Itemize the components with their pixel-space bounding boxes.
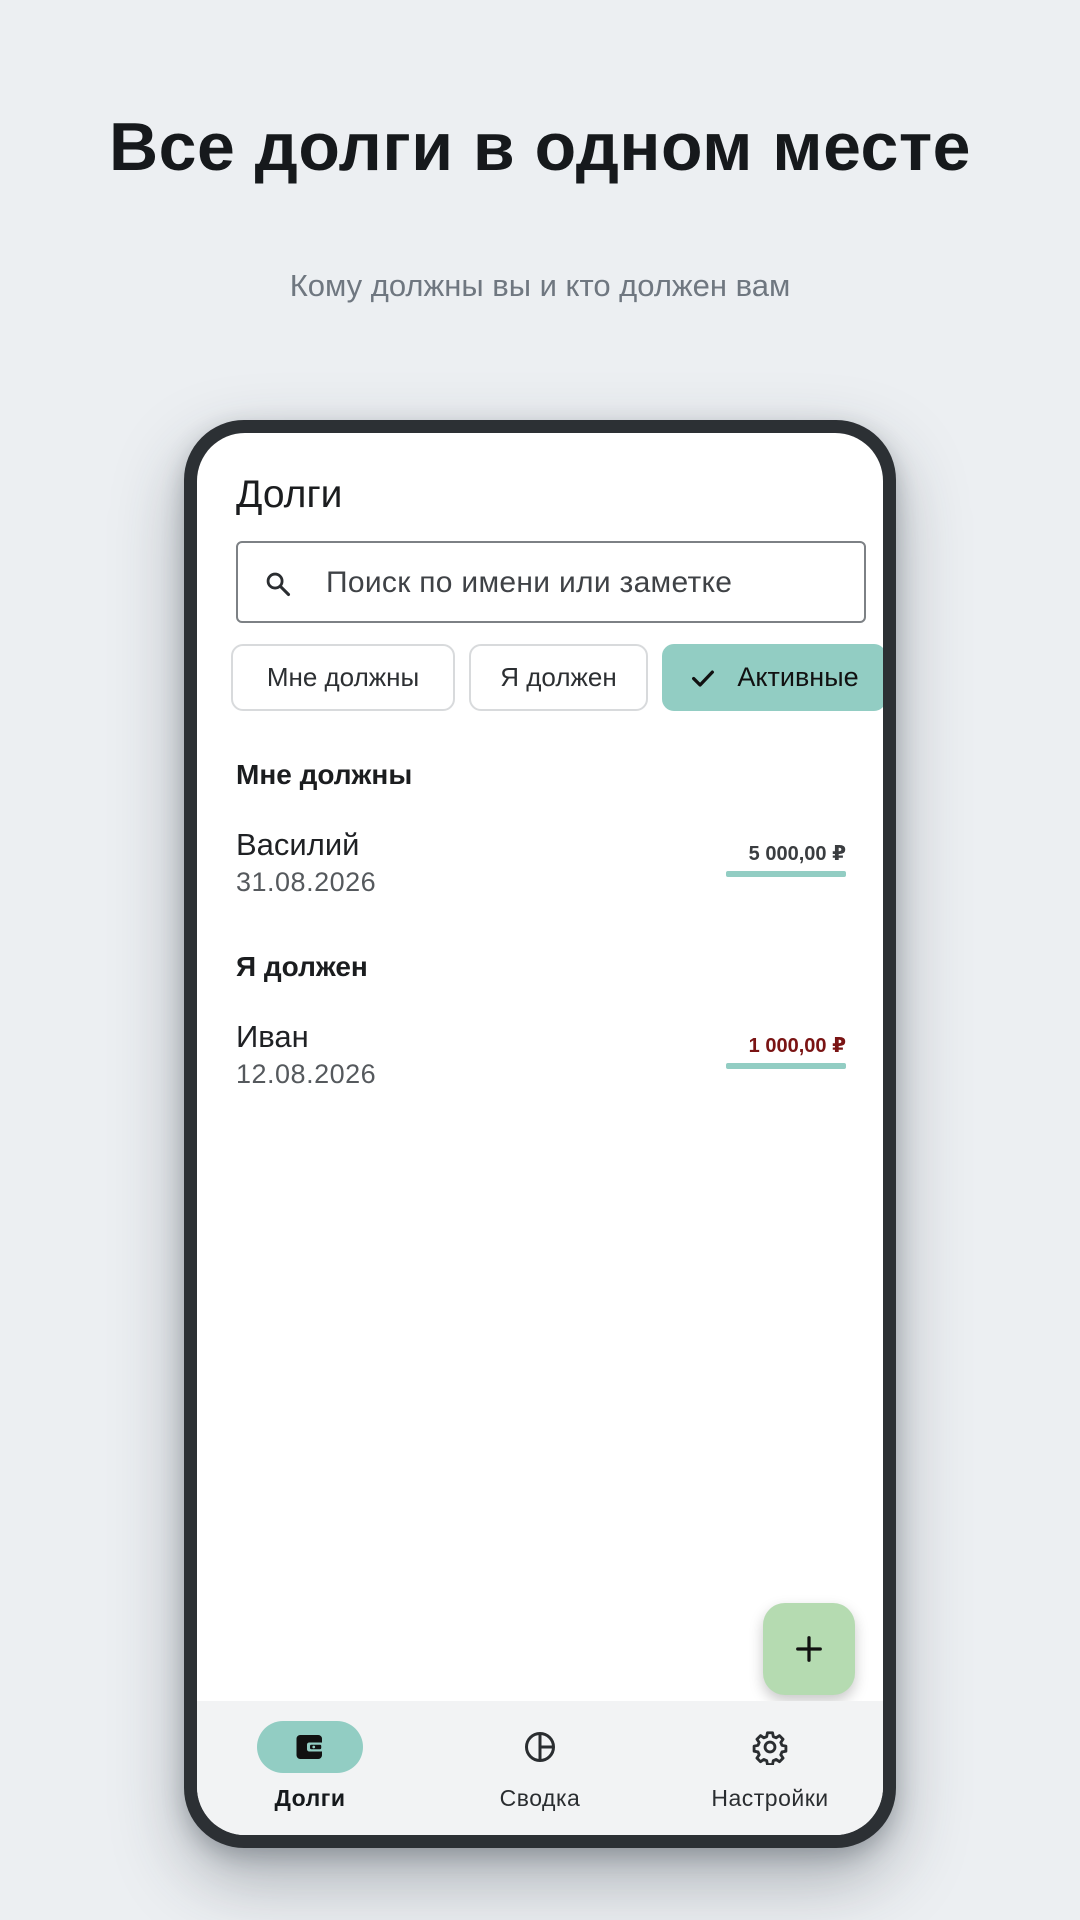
debtor-name: Василий [236,827,360,862]
section-title-i-owe: Я должен [236,951,368,982]
filter-chip-label: Активные [737,662,859,692]
due-date: 31.08.2026 [236,867,377,897]
check-icon [692,670,715,687]
debt-amount: 5 000,00 ₽ [748,843,846,865]
nav-label: Долги [274,1785,346,1811]
filter-chip-owed-to-me[interactable]: Мне должны [231,644,455,711]
phone-frame: Долги Мне должны Я должен Активные Мне д… [184,420,896,1848]
due-date: 12.08.2026 [236,1059,377,1089]
nav-item-settings[interactable]: Настройки [670,1701,870,1835]
amount-underline [726,871,846,877]
gear-icon [752,1731,788,1765]
hero-subtitle: Кому должны вы и кто должен вам [289,268,791,303]
plus-icon [796,1636,822,1662]
list-item[interactable]: Иван 12.08.2026 1 000,00 ₽ [236,1019,846,1109]
filter-chip-label: Мне должны [266,662,420,692]
pie-chart-icon [525,1732,555,1762]
list-item[interactable]: Василий 31.08.2026 5 000,00 ₽ [236,827,846,917]
filter-chip-active[interactable]: Активные [662,644,883,711]
nav-item-debts[interactable]: Долги [210,1701,410,1835]
search-box[interactable] [236,541,866,623]
amount-underline [726,1063,846,1069]
page-title: Долги [236,473,343,516]
creditor-name: Иван [236,1019,309,1054]
nav-item-summary[interactable]: Сводка [440,1701,640,1835]
filter-chip-i-owe[interactable]: Я должен [469,644,648,711]
search-icon [266,572,291,597]
filter-chip-label: Я должен [500,662,617,692]
nav-label: Настройки [711,1785,829,1811]
search-input[interactable] [324,543,848,623]
debt-amount: 1 000,00 ₽ [748,1035,846,1057]
bottom-navigation: Долги Сводка Настройки [197,1701,883,1835]
app-screen: Долги Мне должны Я должен Активные Мне д… [197,433,883,1835]
section-title-owed-to-me: Мне должны [236,759,413,790]
wallet-icon [296,1735,324,1759]
add-debt-button[interactable] [763,1603,855,1695]
hero-title: Все долги в одном месте [109,109,971,185]
nav-label: Сводка [499,1785,581,1811]
